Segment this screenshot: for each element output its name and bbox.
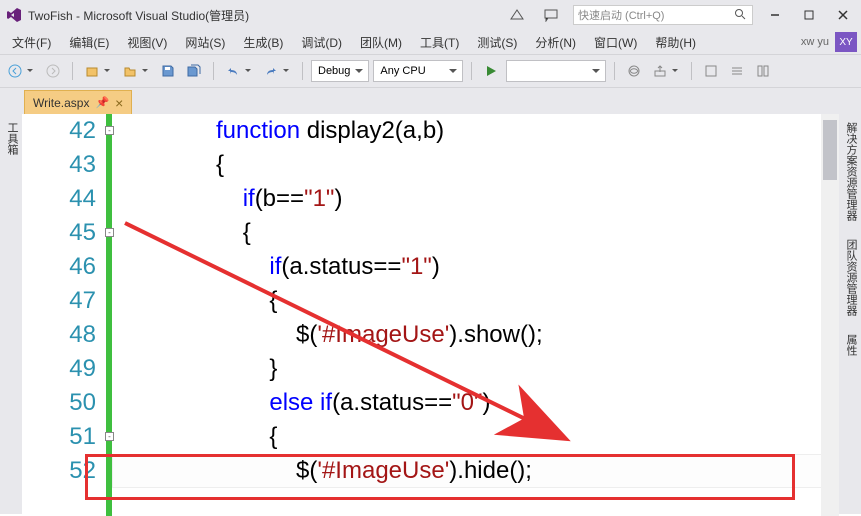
line-number: 42- — [22, 114, 96, 148]
code-line[interactable]: if(a.status=="1") — [136, 250, 839, 284]
nav-forward-button[interactable] — [42, 60, 64, 82]
line-number-gutter: 42-434445-464748495051-52 — [22, 114, 112, 516]
code-line[interactable]: } — [136, 352, 839, 386]
document-tab-row: Write.aspx 📌 × — [0, 88, 861, 114]
document-tab[interactable]: Write.aspx 📌 × — [24, 90, 132, 114]
rail-solution-explorer[interactable]: 解决方案资源管理器 — [839, 118, 861, 225]
save-all-button[interactable] — [183, 60, 205, 82]
solution-platform-combo[interactable]: Any CPU — [373, 60, 463, 82]
start-debug-button[interactable] — [480, 60, 502, 82]
menu-file[interactable]: 文件(F) — [4, 32, 59, 53]
code-line[interactable]: $('#ImageUse').show(); — [136, 318, 839, 352]
menu-site[interactable]: 网站(S) — [177, 32, 233, 53]
rail-properties[interactable]: 属性 — [839, 330, 861, 360]
code-line[interactable]: { — [136, 420, 839, 454]
rail-team-explorer[interactable]: 团队资源管理器 — [839, 235, 861, 320]
open-file-button[interactable] — [119, 60, 141, 82]
menu-edit[interactable]: 编辑(E) — [61, 32, 117, 53]
line-number: 46 — [22, 250, 96, 284]
code-editor[interactable]: 42-434445-464748495051-52 function displ… — [22, 114, 839, 516]
line-number: 45- — [22, 216, 96, 250]
code-line[interactable]: else if(a.status=="0") — [136, 386, 839, 420]
rail-toolbox[interactable]: 工具箱 — [2, 118, 22, 514]
publish-button[interactable] — [649, 60, 671, 82]
title-bar: TwoFish - Microsoft Visual Studio(管理员) 快… — [0, 0, 861, 30]
left-rail: 工具箱 — [0, 114, 22, 514]
line-number: 50 — [22, 386, 96, 420]
line-number: 49 — [22, 352, 96, 386]
scroll-thumb[interactable] — [823, 120, 837, 180]
line-number: 44 — [22, 182, 96, 216]
vs-logo-icon — [6, 7, 22, 23]
line-number: 43 — [22, 148, 96, 182]
notifications-icon[interactable] — [505, 5, 529, 25]
toolbox-button2[interactable] — [726, 60, 748, 82]
search-icon — [734, 8, 748, 22]
toolbox-button3[interactable] — [752, 60, 774, 82]
feedback-icon[interactable] — [539, 5, 563, 25]
menu-view[interactable]: 视图(V) — [119, 32, 175, 53]
undo-button[interactable] — [222, 60, 244, 82]
tab-label: Write.aspx — [33, 96, 89, 110]
user-badge[interactable]: XY — [835, 32, 857, 52]
code-line[interactable]: { — [136, 148, 839, 182]
maximize-button[interactable] — [797, 5, 821, 25]
menu-bar: 文件(F) 编辑(E) 视图(V) 网站(S) 生成(B) 调试(D) 团队(M… — [0, 30, 861, 54]
code-line[interactable]: if(b=="1") — [136, 182, 839, 216]
code-line[interactable]: function display2(a,b) — [136, 114, 839, 148]
line-number: 48 — [22, 318, 96, 352]
menu-team[interactable]: 团队(M) — [352, 32, 410, 53]
new-project-button[interactable] — [81, 60, 103, 82]
code-line[interactable]: { — [136, 216, 839, 250]
nav-back-button[interactable] — [4, 60, 26, 82]
vertical-scrollbar[interactable] — [821, 114, 839, 516]
redo-button[interactable] — [260, 60, 282, 82]
save-button[interactable] — [157, 60, 179, 82]
close-button[interactable] — [831, 5, 855, 25]
menu-analyze[interactable]: 分析(N) — [527, 32, 584, 53]
window-title: TwoFish - Microsoft Visual Studio(管理员) — [28, 7, 249, 24]
code-line[interactable]: { — [136, 284, 839, 318]
menu-build[interactable]: 生成(B) — [235, 32, 291, 53]
menu-test[interactable]: 测试(S) — [469, 32, 525, 53]
quick-launch-placeholder: 快速启动 (Ctrl+Q) — [578, 7, 664, 23]
line-number: 52 — [22, 454, 96, 488]
pin-icon[interactable]: 📌 — [95, 96, 109, 109]
solution-config-combo[interactable]: Debug — [311, 60, 369, 82]
code-line[interactable]: $('#ImageUse').hide(); — [136, 454, 839, 488]
menu-debug[interactable]: 调试(D) — [293, 32, 350, 53]
toolbox-button1[interactable] — [700, 60, 722, 82]
start-target-combo[interactable] — [506, 60, 606, 82]
user-name[interactable]: xw yu — [801, 36, 829, 48]
toolbar: Debug Any CPU — [0, 54, 861, 88]
quick-launch-input[interactable]: 快速启动 (Ctrl+Q) — [573, 5, 753, 25]
code-area[interactable]: function display2(a,b) { if(b=="1") { if… — [112, 114, 839, 516]
minimize-button[interactable] — [763, 5, 787, 25]
line-number: 51- — [22, 420, 96, 454]
menu-help[interactable]: 帮助(H) — [647, 32, 704, 53]
right-rail: 解决方案资源管理器 团队资源管理器 属性 — [839, 114, 861, 514]
menu-window[interactable]: 窗口(W) — [586, 32, 645, 53]
line-number: 47 — [22, 284, 96, 318]
browser-link-button[interactable] — [623, 60, 645, 82]
menu-tools[interactable]: 工具(T) — [412, 32, 467, 53]
close-icon[interactable]: × — [115, 96, 123, 110]
